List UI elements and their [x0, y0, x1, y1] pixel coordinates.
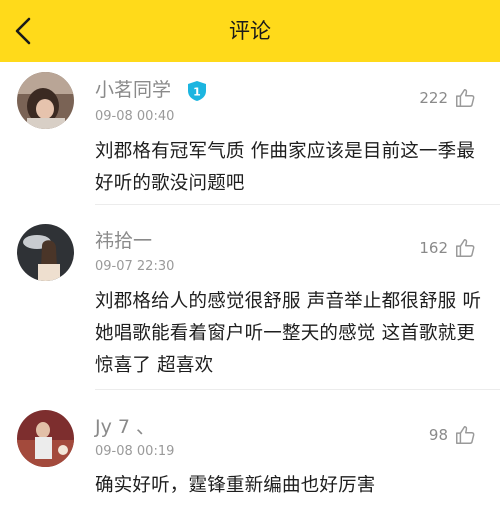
- comment-item: 小茗同学 1 09-08 00:40 222 刘郡格有冠军气质 作曲家应该是目前…: [0, 62, 500, 205]
- comment-item: 祎拾一 09-07 22:30 162 刘郡格给人的感觉很舒服 声音举止都很舒服…: [0, 205, 500, 390]
- like-count: 162: [419, 239, 448, 257]
- like-button[interactable]: 162: [419, 236, 476, 260]
- comment-timestamp: 09-08 00:40: [95, 109, 175, 124]
- comment-text: 刘郡格有冠军气质 作曲家应该是目前这一季最好听的歌没问题吧: [95, 141, 476, 194]
- header-bar: 评论: [0, 0, 500, 62]
- comment-username[interactable]: 祎拾一: [95, 226, 152, 253]
- thumbs-up-icon: [456, 426, 475, 444]
- vip-shield-icon: 1: [186, 80, 208, 102]
- comment-timestamp: 09-08 00:19: [95, 444, 175, 459]
- page-title: 评论: [229, 19, 271, 43]
- avatar[interactable]: [17, 410, 74, 467]
- svg-text:1: 1: [193, 86, 201, 99]
- comment-username[interactable]: 小茗同学: [95, 75, 171, 102]
- comment-text: 确实好听，霆锋重新编曲也好厉害: [95, 475, 376, 496]
- comment-text: 刘郡格给人的感觉很舒服 声音举止都很舒服 听她唱歌能看着窗户听一整天的感觉 这首…: [95, 291, 482, 376]
- thumbs-up-icon: [456, 239, 475, 257]
- like-count: 222: [419, 89, 448, 107]
- comment-timestamp: 09-07 22:30: [95, 259, 175, 274]
- avatar[interactable]: [17, 224, 74, 281]
- like-button[interactable]: 222: [419, 86, 476, 110]
- like-count: 98: [428, 426, 448, 444]
- comment-item: Jy 7 、 09-08 00:19 98 确实好听，霆锋重新编曲也好厉害: [0, 390, 500, 512]
- like-button[interactable]: 98: [429, 423, 476, 447]
- comment-username[interactable]: Jy 7 、: [95, 412, 155, 439]
- avatar[interactable]: [17, 72, 74, 129]
- thumbs-up-icon: [456, 89, 475, 107]
